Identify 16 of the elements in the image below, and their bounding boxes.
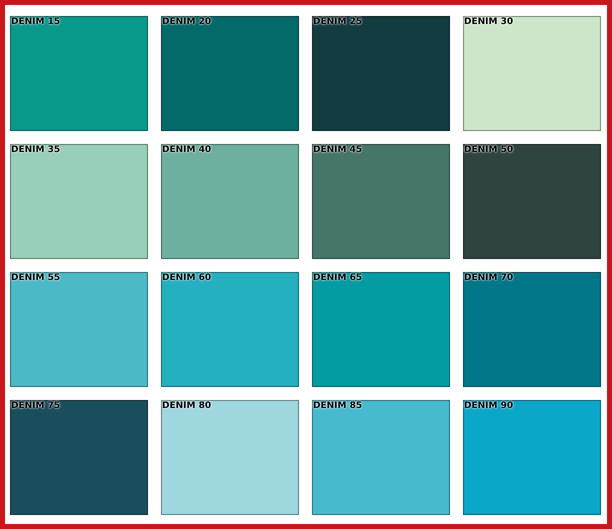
swatch-label: DENIM 20 — [162, 17, 212, 28]
swatch-label: DENIM 30 — [464, 17, 514, 28]
swatch-label: DENIM 75 — [11, 401, 60, 412]
swatch-label: DENIM 90 — [464, 401, 514, 412]
swatch-label: DENIM 65 — [313, 273, 362, 284]
swatch-label: DENIM 60 — [162, 273, 212, 284]
swatch-label: DENIM 55 — [11, 273, 60, 284]
swatch-label: DENIM 15 — [11, 17, 60, 28]
swatch-label: DENIM 70 — [464, 273, 514, 284]
swatch-label: DENIM 35 — [11, 145, 60, 156]
swatch-label: DENIM 50 — [464, 145, 514, 156]
swatch-label: DENIM 40 — [162, 145, 212, 156]
swatch-label: DENIM 85 — [313, 401, 362, 412]
swatch-label: DENIM 25 — [313, 17, 362, 28]
swatch-label: DENIM 45 — [313, 145, 362, 156]
swatch-label: DENIM 80 — [162, 401, 212, 412]
